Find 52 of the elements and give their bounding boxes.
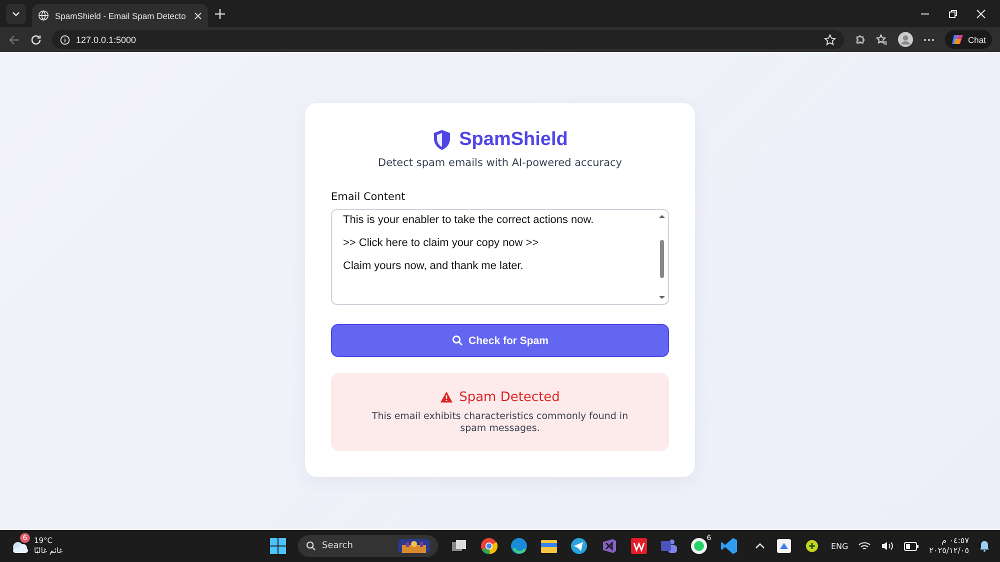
shield-icon [432, 129, 452, 151]
tagline: Detect spam emails with AI-powered accuracy [377, 157, 623, 169]
email-text-line: This is your enabler to take the correct actions now. [343, 214, 595, 226]
close-icon[interactable] [194, 12, 202, 20]
clock[interactable]: ٠٤:٥٧ م ٢٠٢٥/١٢/٠٥ [929, 536, 969, 556]
address-bar[interactable]: 127.0.0.1:5000 [52, 30, 844, 49]
more-icon[interactable] [923, 38, 936, 42]
time: ٠٤:٥٧ م [942, 536, 969, 546]
profile-avatar[interactable] [898, 32, 914, 47]
telegram-icon[interactable] [570, 537, 588, 555]
restore-icon[interactable] [948, 8, 958, 18]
new-tab-icon[interactable] [214, 8, 226, 20]
battery-icon[interactable] [904, 542, 920, 550]
star-icon[interactable] [824, 34, 836, 46]
result-title: Spam Detected [459, 390, 560, 405]
scroll-up-icon[interactable] [659, 214, 665, 219]
warning-icon [440, 391, 454, 404]
bell-icon[interactable] [979, 540, 990, 552]
vscode-icon[interactable] [720, 537, 738, 555]
chat-logo-icon [951, 33, 964, 46]
search-icon [306, 541, 316, 551]
scroll-down-icon[interactable] [659, 295, 665, 300]
favorites-icon[interactable] [876, 34, 888, 46]
back-icon[interactable] [8, 34, 20, 46]
date: ٢٠٢٥/١٢/٠٥ [929, 546, 969, 556]
globe-icon [38, 10, 49, 21]
app-title: SpamShield [459, 129, 568, 151]
taskbar-search[interactable]: Search [298, 535, 438, 557]
folder-icon[interactable] [540, 537, 558, 555]
check-for-spam-button[interactable]: Check for Spam [331, 324, 669, 357]
wifi-icon[interactable] [858, 541, 872, 551]
chrome-icon[interactable] [480, 537, 498, 555]
email-text-line: Claim yours now, and thank me later. [343, 260, 524, 272]
chat-button[interactable]: Chat [945, 30, 992, 49]
chevron-up-icon[interactable] [754, 542, 765, 550]
volume-icon[interactable] [881, 541, 894, 551]
email-text-line: >> Click here to claim your copy now >> [343, 237, 540, 249]
info-icon [60, 34, 70, 44]
result-message: This email exhibits characteristics commonly found in spam messages. [370, 410, 630, 434]
browser-tab[interactable]: SpamShield - Email Spam Detecto [32, 4, 208, 27]
start-icon[interactable] [270, 538, 286, 554]
wps-icon[interactable] [630, 537, 648, 555]
reload-icon[interactable] [30, 34, 42, 46]
language-indicator[interactable]: ENG [830, 542, 848, 550]
search-icon [452, 335, 463, 346]
email-field[interactable]: This is your enabler to take the correct actions now. >> Click here to claim your copy now >> Claim yours now, and thank me later. [331, 209, 669, 305]
tab-title: SpamShield - Email Spam Detecto [55, 10, 187, 20]
close-icon[interactable] [976, 8, 986, 18]
extension-icon[interactable] [854, 34, 866, 46]
scrollbar-thumb[interactable] [660, 240, 664, 278]
tab-list-button[interactable] [6, 4, 26, 24]
field-label: Email Content [331, 191, 406, 203]
